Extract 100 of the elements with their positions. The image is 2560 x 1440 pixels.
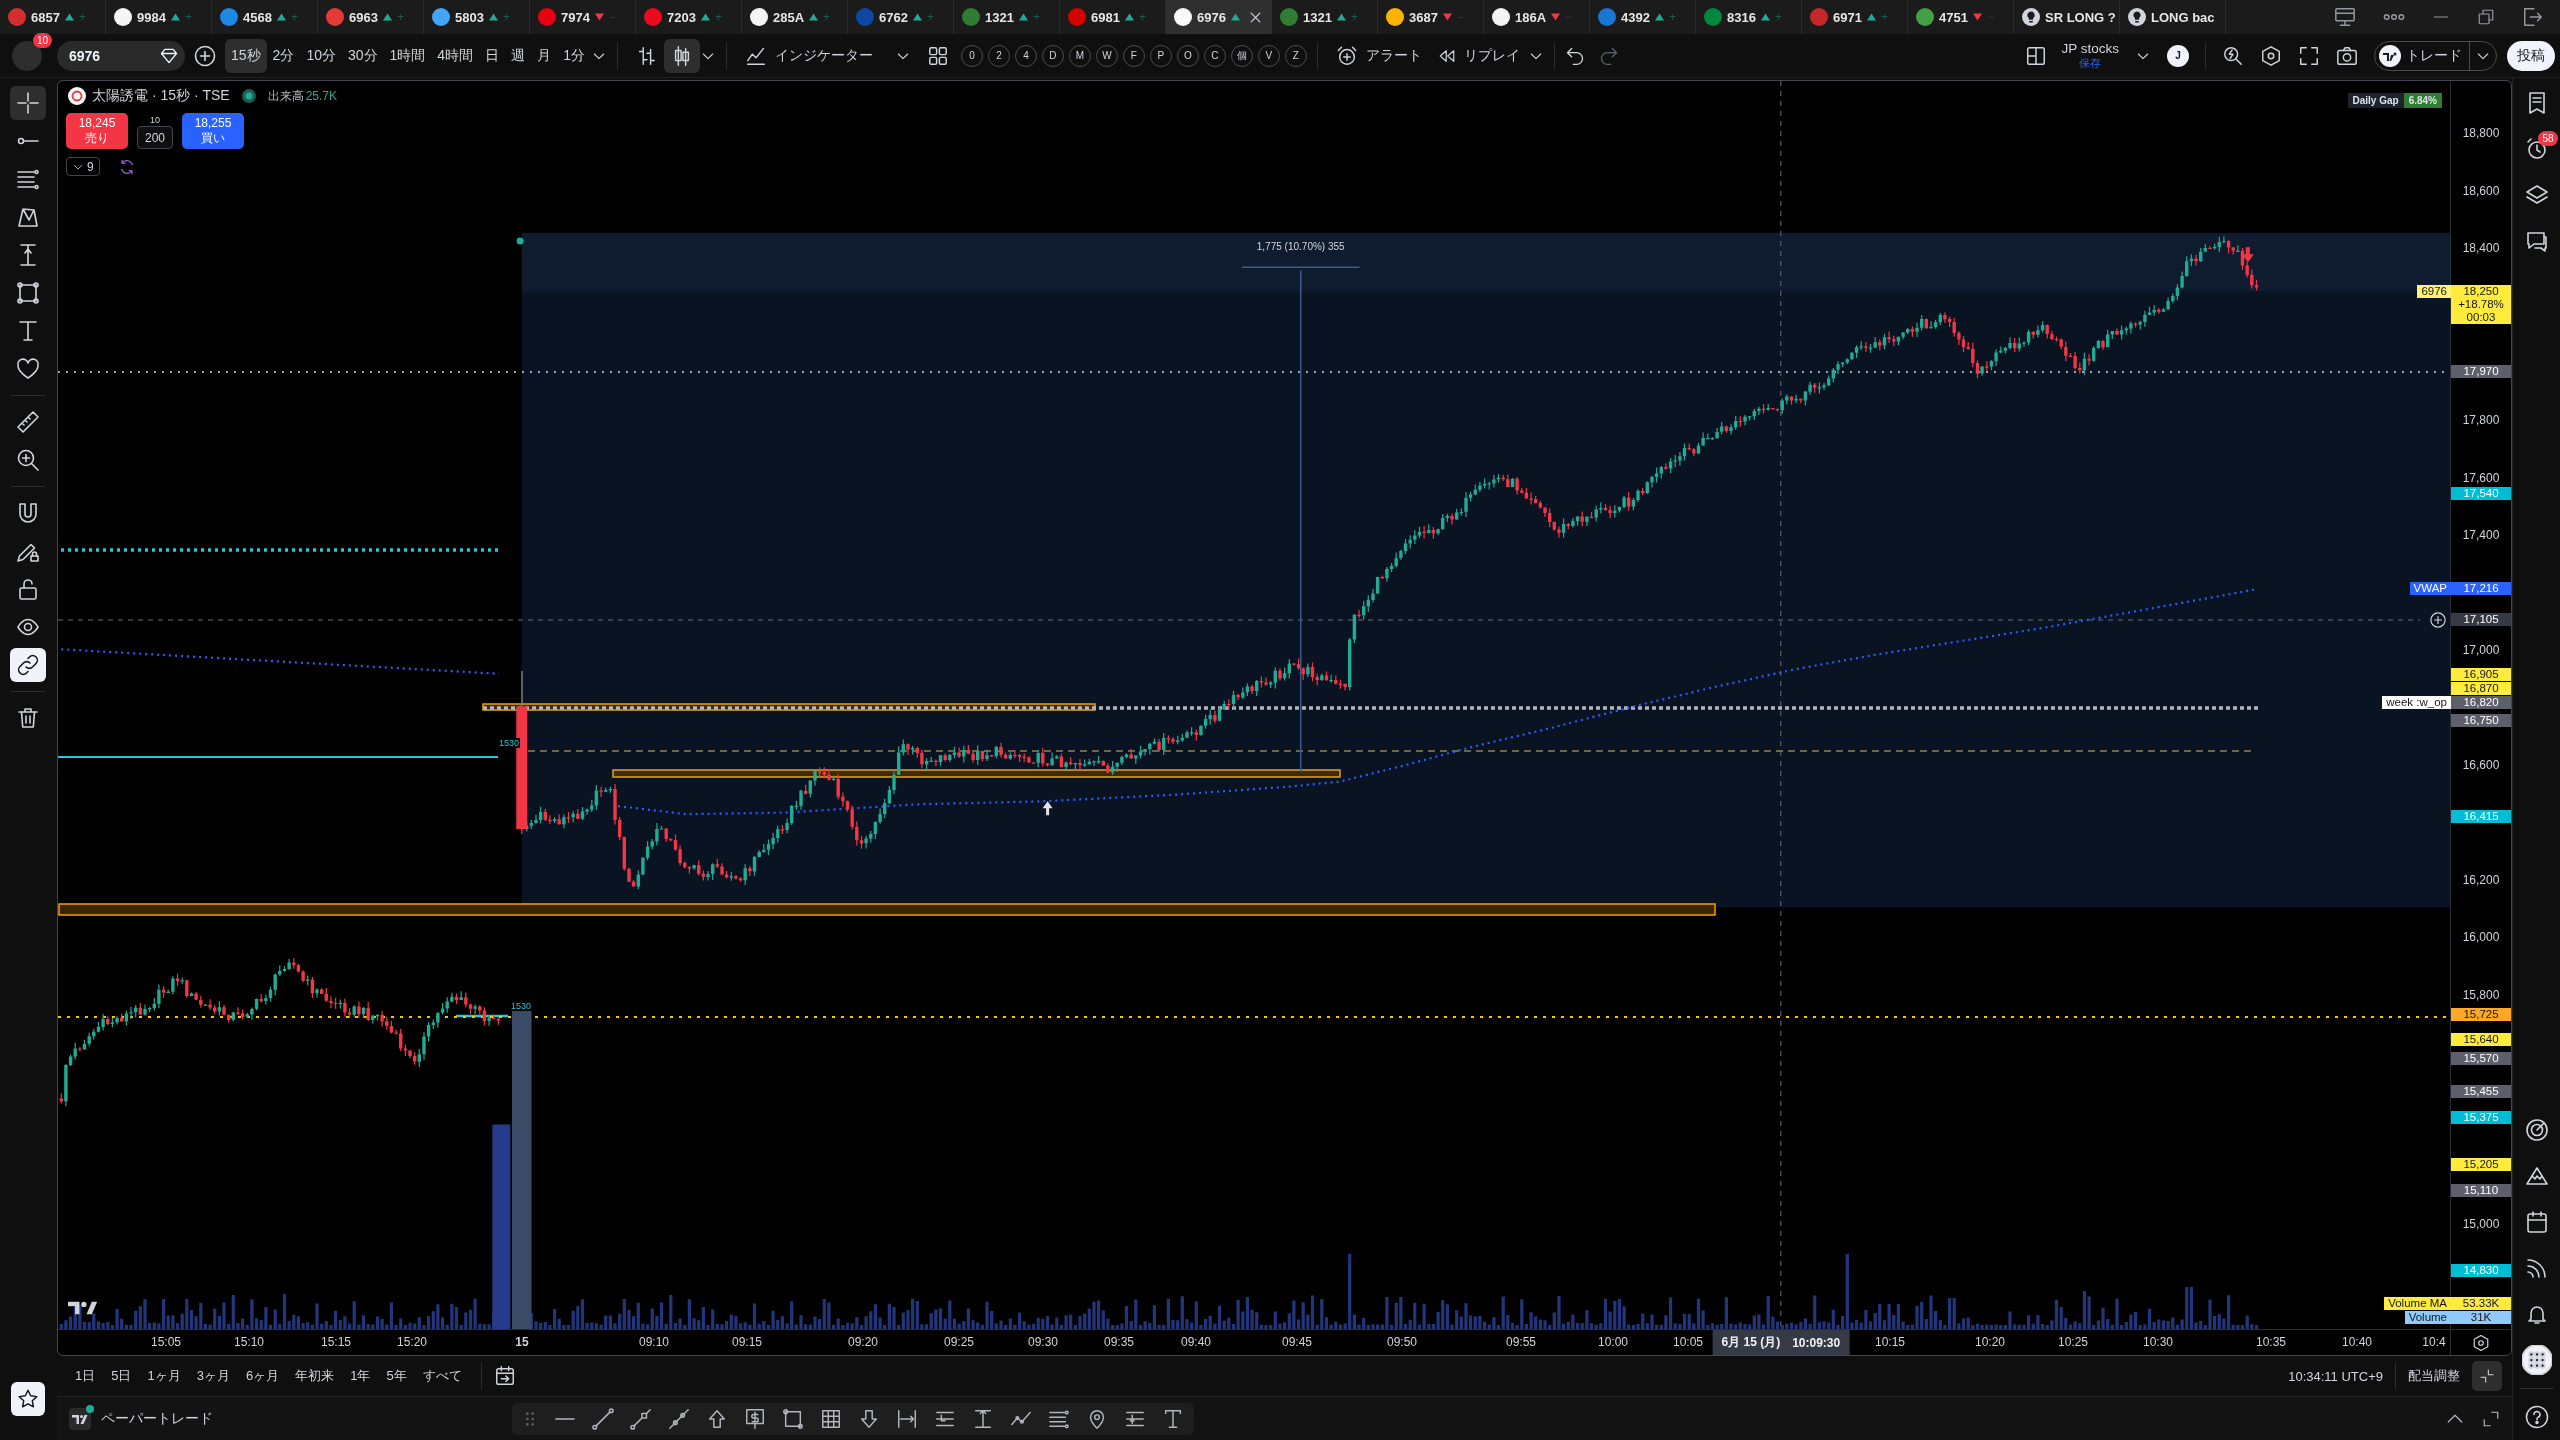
horizontal-lines-icon[interactable] (1048, 1408, 1070, 1430)
range-button[interactable]: 5年 (379, 1363, 414, 1389)
rectangle-icon[interactable] (782, 1408, 804, 1430)
plus-circle-icon[interactable] (193, 43, 217, 68)
help-icon[interactable] (2524, 1405, 2549, 1429)
symbol-search-field[interactable]: 6976 (57, 40, 185, 71)
quick-search-icon[interactable] (2222, 44, 2244, 67)
price-range-icon[interactable] (972, 1408, 994, 1430)
adjustment-toggle[interactable]: 配当調整 (2408, 1367, 2460, 1385)
chart-tab[interactable]: 1321 + (1272, 0, 1378, 34)
interval-button[interactable]: 日 (479, 38, 506, 73)
range-button[interactable]: すべて (415, 1363, 469, 1389)
quantity-field[interactable]: 200 (137, 126, 173, 149)
plus-circle-icon[interactable] (2429, 610, 2447, 629)
fullscreen-icon[interactable] (2298, 44, 2320, 67)
broadcast-icon[interactable] (2524, 1256, 2549, 1280)
chart-tab[interactable]: 3687 − (1378, 0, 1484, 34)
chart-tab[interactable]: SR LONG ? (2014, 0, 2120, 34)
table-grid-icon[interactable] (820, 1408, 842, 1430)
layout-icon[interactable] (2025, 44, 2048, 67)
chart-tab[interactable]: 6963 + (318, 0, 424, 34)
chart-tab[interactable]: 7974 − (530, 0, 636, 34)
range-button[interactable]: 1年 (343, 1363, 378, 1389)
publish-button[interactable]: 投稿 (2507, 40, 2555, 71)
calendar-icon[interactable] (493, 1365, 516, 1387)
candlestick-button[interactable] (663, 38, 700, 73)
range-button[interactable]: 年初来 (288, 1363, 342, 1389)
sell-button[interactable]: 18,245 売り (66, 113, 128, 149)
text-tool-icon[interactable] (1162, 1408, 1184, 1430)
chart-tab[interactable]: 5803 + (424, 0, 530, 34)
interval-button[interactable]: 1時間 (383, 38, 432, 73)
chart-tab[interactable]: 7203 + (636, 0, 742, 34)
chart-tab[interactable]: 6857 + (0, 0, 106, 34)
chart-tab[interactable]: 6971 + (1802, 0, 1908, 34)
layout-name-button[interactable]: JP stocks 保存 (2061, 40, 2119, 71)
time-tick-label: 10:35 (2256, 1335, 2286, 1349)
range-button[interactable]: 1日 (68, 1363, 103, 1389)
restore-icon[interactable] (2477, 8, 2495, 26)
interval-button[interactable]: 4時間 (431, 38, 480, 73)
price-label-icon[interactable] (744, 1408, 766, 1430)
calendar-icon[interactable] (2524, 1210, 2549, 1234)
panel-title[interactable]: ペーパートレード (101, 1409, 213, 1428)
logout-icon[interactable] (2522, 6, 2544, 28)
arrow-up-icon[interactable] (706, 1408, 728, 1430)
arrow-down-icon[interactable] (858, 1408, 880, 1430)
trend-line-icon[interactable] (592, 1408, 614, 1430)
chart-tab[interactable]: 4392 + (1590, 0, 1696, 34)
interval-button[interactable]: 2分 (266, 38, 301, 73)
interval-button[interactable]: 月 (531, 38, 558, 73)
interval-button[interactable]: 30分 (341, 38, 384, 73)
close-icon[interactable] (1248, 10, 1262, 24)
link-button[interactable] (10, 648, 46, 682)
indicators-button[interactable]: インジケーター (736, 38, 919, 73)
layers-icon[interactable] (2524, 183, 2549, 207)
chat-icon[interactable] (2524, 229, 2549, 253)
replay-button[interactable]: リプレイ (1429, 38, 1528, 73)
settings-icon[interactable] (2260, 44, 2282, 67)
chart-tab[interactable]: 8316 + (1696, 0, 1802, 34)
chart-tab[interactable]: 6762 + (848, 0, 954, 34)
interval-button[interactable]: 1分 (557, 38, 591, 73)
ray-icon[interactable] (630, 1408, 652, 1430)
buy-button[interactable]: 18,255 買い (182, 113, 244, 149)
interval-button[interactable]: 15秒 (225, 38, 267, 73)
settings-icon[interactable] (2472, 1333, 2490, 1352)
chart-tab[interactable]: 6981 + (1060, 0, 1166, 34)
camera-icon[interactable] (2336, 44, 2358, 67)
target-icon[interactable] (2524, 1118, 2549, 1142)
clock-label[interactable]: 10:34:11 UTC+9 (2288, 1368, 2383, 1384)
maximize-icon[interactable] (2482, 1409, 2500, 1428)
alert-button[interactable]: アラート (1327, 38, 1430, 73)
chart-tab[interactable]: LONG bac (2120, 0, 2226, 34)
chart-tab[interactable]: 6976 (1166, 0, 1272, 34)
extended-line-icon[interactable] (668, 1408, 690, 1430)
date-range-icon[interactable] (896, 1408, 918, 1430)
collapse-button[interactable] (2472, 1361, 2502, 1391)
chart-title[interactable]: 太陽誘電 · 15秒 · TSE (92, 87, 230, 105)
range-button[interactable]: 5日 (104, 1363, 139, 1389)
mountain-icon[interactable] (2524, 1164, 2549, 1188)
favorites-button[interactable] (11, 1382, 45, 1416)
monitor-icon[interactable] (2334, 6, 2356, 28)
chart-tab[interactable]: 4568 + (212, 0, 318, 34)
crosshair-button[interactable] (10, 86, 46, 120)
range-button[interactable]: 1ヶ月 (140, 1363, 188, 1389)
measure-label: 1,775 (10.70%) 355 (1256, 241, 1345, 252)
chart-tab[interactable]: 186A − (1484, 0, 1590, 34)
redo-icon[interactable] (1598, 45, 1619, 66)
price-badge: 16,415 (2451, 810, 2511, 823)
interval-button[interactable]: 10分 (300, 38, 342, 73)
range-button[interactable]: 3ヶ月 (189, 1363, 237, 1389)
chart-tab[interactable]: 4751 − (1908, 0, 2014, 34)
account-button[interactable]: J (2167, 44, 2189, 67)
undo-icon[interactable] (1564, 45, 1585, 66)
chart-tab[interactable]: 285A + (742, 0, 848, 34)
chart-tab[interactable]: 1321 + (954, 0, 1060, 34)
apps-icon[interactable] (2521, 1345, 2552, 1375)
grid-icon[interactable] (926, 44, 949, 67)
chart-tab[interactable]: 9984 + (106, 0, 212, 34)
indicator-toggle-button[interactable]: 9 (66, 157, 100, 176)
interval-button[interactable]: 週 (505, 38, 532, 73)
range-button[interactable]: 6ヶ月 (238, 1363, 287, 1389)
